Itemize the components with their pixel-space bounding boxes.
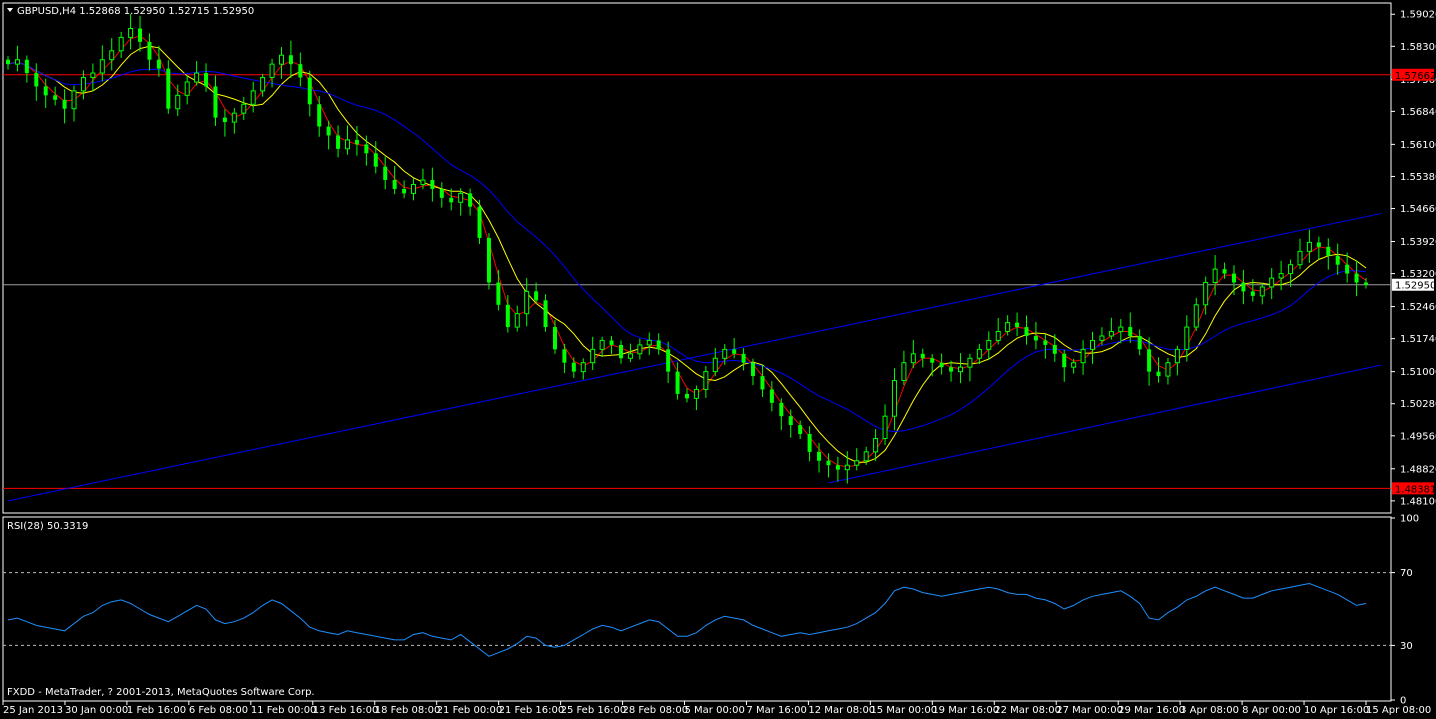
time-tick-label: 3 Apr 08:00 xyxy=(1180,705,1239,716)
time-tick-label: 25 Jan 2013 xyxy=(3,705,63,716)
price-tick-label: 1.48820 xyxy=(1400,464,1436,475)
time-tick-label: 25 Feb 16:00 xyxy=(561,705,627,716)
resistance-price-badge: 1.57662 xyxy=(1392,68,1436,82)
price-tick-label: 1.56840 xyxy=(1400,107,1436,118)
price-tick-label: 1.50280 xyxy=(1400,399,1436,410)
time-tick-label: 1 Feb 16:00 xyxy=(127,705,186,716)
svg-text:1.52950: 1.52950 xyxy=(1395,281,1436,292)
rsi-tick-label: 30 xyxy=(1400,641,1413,652)
time-tick-label: 7 Mar 16:00 xyxy=(746,705,806,716)
time-tick-label: 19 Mar 16:00 xyxy=(932,705,999,716)
price-tick-label: 1.56100 xyxy=(1400,140,1436,151)
price-tick-label: 1.53200 xyxy=(1400,269,1436,280)
time-tick-label: 28 Feb 08:00 xyxy=(623,705,689,716)
time-tick-label: 6 Feb 08:00 xyxy=(189,705,248,716)
price-tick-label: 1.55380 xyxy=(1400,172,1436,183)
price-tick-label: 1.59020 xyxy=(1400,10,1436,21)
footer-copyright: FXDD - MetaTrader, ? 2001-2013, MetaQuot… xyxy=(7,687,315,698)
price-tick-label: 1.52460 xyxy=(1400,302,1436,313)
price-tick-label: 1.51740 xyxy=(1400,334,1436,345)
time-tick-label: 12 Mar 08:00 xyxy=(808,705,875,716)
svg-text:1.48381: 1.48381 xyxy=(1395,484,1436,495)
price-tick-label: 1.53920 xyxy=(1400,237,1436,248)
time-tick-label: 21 Feb 00:00 xyxy=(437,705,503,716)
time-tick-label: 27 Mar 00:00 xyxy=(1056,705,1123,716)
time-tick-label: 5 Mar 00:00 xyxy=(685,705,745,716)
trading-chart[interactable]: GBPUSD,H4 1.52868 1.52950 1.52715 1.5295… xyxy=(0,0,1436,719)
rsi-tick-label: 0 xyxy=(1400,696,1406,707)
price-tick-label: 1.51000 xyxy=(1400,367,1436,378)
price-tick-label: 1.54660 xyxy=(1400,204,1436,215)
current-price-badge: 1.52950 xyxy=(1392,278,1436,292)
time-tick-label: 11 Feb 00:00 xyxy=(251,705,317,716)
candle xyxy=(486,233,491,290)
time-tick-label: 15 Mar 00:00 xyxy=(870,705,937,716)
time-tick-label: 22 Mar 08:00 xyxy=(994,705,1061,716)
time-tick-label: 21 Feb 16:00 xyxy=(499,705,565,716)
time-tick-label: 15 Apr 08:00 xyxy=(1366,705,1431,716)
price-tick-label: 1.48100 xyxy=(1400,496,1436,507)
time-tick-label: 29 Mar 16:00 xyxy=(1118,705,1185,716)
time-tick-label: 13 Feb 16:00 xyxy=(313,705,379,716)
rsi-tick-label: 70 xyxy=(1400,568,1413,579)
time-tick-label: 10 Apr 16:00 xyxy=(1304,705,1369,716)
support-price-badge: 1.48381 xyxy=(1392,482,1436,495)
price-tick-label: 1.58300 xyxy=(1400,42,1436,53)
rsi-label: RSI(28) 50.3319 xyxy=(7,521,88,532)
symbol-header-text: GBPUSD,H4 1.52868 1.52950 1.52715 1.5295… xyxy=(17,6,254,17)
rsi-tick-label: 100 xyxy=(1400,514,1419,525)
time-tick-label: 18 Feb 08:00 xyxy=(375,705,441,716)
svg-text:1.57662: 1.57662 xyxy=(1395,71,1436,82)
time-tick-label: 30 Jan 00:00 xyxy=(65,705,128,716)
price-tick-label: 1.49560 xyxy=(1400,431,1436,442)
time-tick-label: 8 Apr 00:00 xyxy=(1242,705,1301,716)
